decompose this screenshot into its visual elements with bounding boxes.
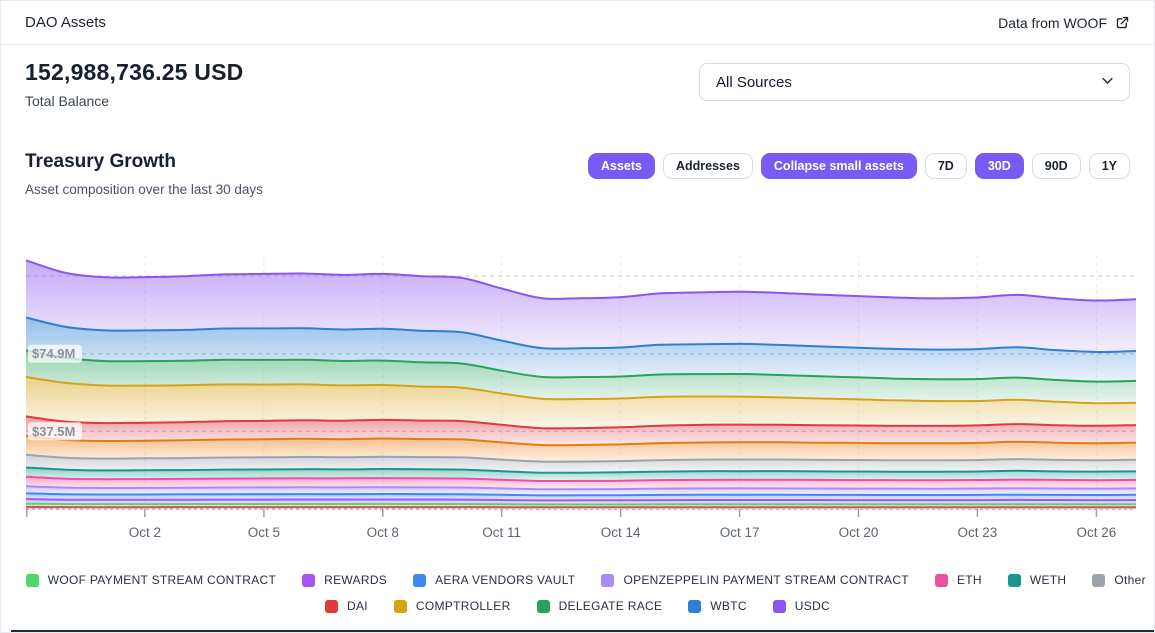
treasury-chart: Oct 2 Oct 5 Oct 8 Oct 11 Oct 14 Oct 17 Oct 20 O… xyxy=(26,256,1136,551)
filter-button-addresses[interactable]: Addresses xyxy=(663,153,753,179)
legend-swatch xyxy=(601,574,614,587)
chart-legend: MANTLEWOOF PAYMENT STREAM CONTRACTREWARD… xyxy=(1,573,1154,613)
svg-text:Oct 26: Oct 26 xyxy=(1077,525,1117,540)
filter-button-assets[interactable]: Assets xyxy=(588,153,655,179)
legend-swatch xyxy=(773,600,786,613)
data-source-link[interactable]: Data from WOOF xyxy=(998,15,1130,31)
legend-swatch xyxy=(26,574,39,587)
filter-button-collapse-small-assets[interactable]: Collapse small assets xyxy=(761,153,917,179)
svg-text:Oct 8: Oct 8 xyxy=(367,525,399,540)
bottom-divider xyxy=(11,630,1154,632)
legend-label: USDC xyxy=(795,599,830,613)
legend-item-rewards[interactable]: REWARDS xyxy=(302,573,387,587)
legend-swatch xyxy=(302,574,315,587)
legend-item-delegate-race[interactable]: DELEGATE RACE xyxy=(537,599,663,613)
sources-dropdown[interactable]: All Sources xyxy=(699,63,1130,101)
legend-label: OPENZEPPELIN PAYMENT STREAM CONTRACT xyxy=(623,573,909,587)
svg-text:$37.5M: $37.5M xyxy=(32,424,75,439)
legend-swatch xyxy=(1092,574,1105,587)
legend-item-comptroller[interactable]: COMPTROLLER xyxy=(394,599,511,613)
legend-item-dai[interactable]: DAI xyxy=(325,599,368,613)
legend-item-aera-vendors-vault[interactable]: AERA VENDORS VAULT xyxy=(413,573,575,587)
filter-button-30d[interactable]: 30D xyxy=(975,153,1024,179)
chevron-down-icon xyxy=(1100,73,1115,92)
legend-swatch xyxy=(935,574,948,587)
treasury-subtitle: Asset composition over the last 30 days xyxy=(25,182,263,197)
legend-label: ETH xyxy=(957,573,982,587)
legend-item-weth[interactable]: WETH xyxy=(1008,573,1067,587)
legend-swatch xyxy=(688,600,701,613)
app-header: DAO Assets Data from WOOF xyxy=(1,1,1154,45)
svg-text:Oct 17: Oct 17 xyxy=(720,525,760,540)
svg-text:Oct 2: Oct 2 xyxy=(129,525,161,540)
svg-text:Oct 5: Oct 5 xyxy=(248,525,280,540)
chart-controls: Assets Addresses Collapse small assets 7D 30… xyxy=(588,153,1130,179)
svg-text:$74.9M: $74.9M xyxy=(32,346,75,361)
treasury-titles: Treasury Growth Asset composition over t… xyxy=(25,151,263,197)
sources-dropdown-value: All Sources xyxy=(716,74,792,91)
filter-button-1y[interactable]: 1Y xyxy=(1089,153,1130,179)
legend-item-openzeppelin-payment-stream-contract[interactable]: OPENZEPPELIN PAYMENT STREAM CONTRACT xyxy=(601,573,909,587)
legend-item-wbtc[interactable]: WBTC xyxy=(688,599,747,613)
page-title: DAO Assets xyxy=(25,14,106,31)
filter-button-7d[interactable]: 7D xyxy=(925,153,967,179)
legend-label: COMPTROLLER xyxy=(416,599,511,613)
legend-label: WBTC xyxy=(710,599,747,613)
dao-assets-page: DAO Assets Data from WOOF 152,988,736.25… xyxy=(0,0,1155,633)
legend-swatch xyxy=(1008,574,1021,587)
legend-swatch xyxy=(413,574,426,587)
legend-item-other[interactable]: Other xyxy=(1092,573,1146,587)
legend-label: WOOF PAYMENT STREAM CONTRACT xyxy=(48,573,276,587)
data-source-label: Data from WOOF xyxy=(998,15,1107,31)
legend-swatch xyxy=(325,600,338,613)
svg-text:Oct 23: Oct 23 xyxy=(958,525,998,540)
legend-swatch xyxy=(537,600,550,613)
legend-swatch xyxy=(394,600,407,613)
svg-text:Oct 20: Oct 20 xyxy=(839,525,879,540)
legend-item-woof-payment-stream-contract[interactable]: WOOF PAYMENT STREAM CONTRACT xyxy=(26,573,276,587)
legend-label: Other xyxy=(1114,573,1146,587)
external-link-icon xyxy=(1115,15,1130,30)
legend-label: DAI xyxy=(347,599,368,613)
treasury-section-header: Treasury Growth Asset composition over t… xyxy=(25,151,1130,197)
filter-button-90d[interactable]: 90D xyxy=(1032,153,1081,179)
treasury-title: Treasury Growth xyxy=(25,151,263,173)
legend-label: REWARDS xyxy=(324,573,387,587)
legend-label: AERA VENDORS VAULT xyxy=(435,573,575,587)
svg-text:Oct 14: Oct 14 xyxy=(601,525,641,540)
legend-item-usdc[interactable]: USDC xyxy=(773,599,830,613)
legend-label: WETH xyxy=(1030,573,1067,587)
legend-label: DELEGATE RACE xyxy=(559,599,663,613)
legend-item-eth[interactable]: ETH xyxy=(935,573,982,587)
svg-text:Oct 11: Oct 11 xyxy=(482,525,521,540)
